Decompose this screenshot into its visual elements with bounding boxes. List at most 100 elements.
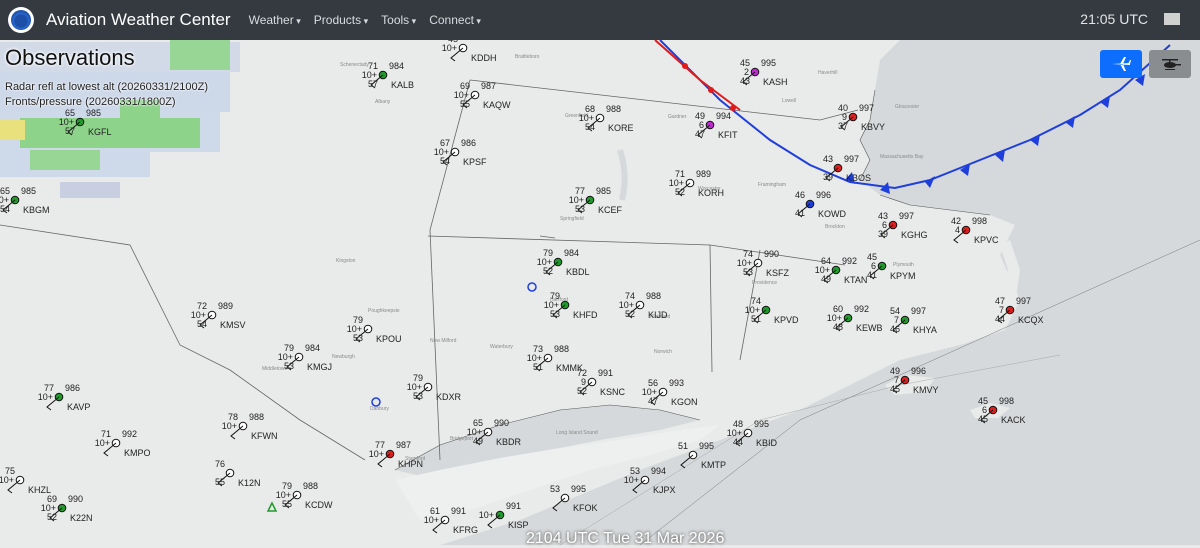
dewpoint: 48 xyxy=(833,322,843,332)
svg-text:Danbury: Danbury xyxy=(370,406,389,412)
visibility: 10+ xyxy=(0,195,9,205)
station-id: KBDL xyxy=(566,267,590,277)
svg-text:Haverhill: Haverhill xyxy=(818,70,837,76)
pressure: 989 xyxy=(696,169,711,179)
map-canvas[interactable]: Schenectady Albany Brattleboro Greenfiel… xyxy=(0,40,1200,545)
station-id: KBGM xyxy=(23,205,50,215)
pressure: 995 xyxy=(754,419,769,429)
top-navbar: Aviation Weather Center Weather Products… xyxy=(0,0,1200,40)
valid-time: 2104 UTC Tue 31 Mar 2026 xyxy=(526,530,725,547)
visibility: 10+ xyxy=(434,147,449,157)
mail-icon[interactable] xyxy=(1164,13,1180,25)
dewpoint: 53 xyxy=(550,309,560,319)
station-id: KIJD xyxy=(648,310,668,320)
pressure: 987 xyxy=(481,81,496,91)
pressure: 988 xyxy=(303,481,318,491)
radar-caption: Radar refl at lowest alt (20260331/2100Z… xyxy=(5,81,209,93)
station-id: KJPX xyxy=(653,485,676,495)
station-id: KBVY xyxy=(861,122,885,132)
menu-connect[interactable]: Connect xyxy=(429,13,481,27)
noaa-logo[interactable] xyxy=(8,7,34,33)
station-id: KISP xyxy=(508,520,529,530)
pressure: 990 xyxy=(494,418,509,428)
station-id: KTAN xyxy=(844,275,867,285)
visibility: 10+ xyxy=(827,313,842,323)
pressure: 992 xyxy=(854,304,869,314)
helicopter-button[interactable] xyxy=(1149,50,1191,78)
station-id: KMTP xyxy=(701,460,726,470)
menu-products[interactable]: Products xyxy=(314,13,368,27)
visibility: 10+ xyxy=(467,427,482,437)
visibility: 6 xyxy=(982,405,987,415)
fixed-wing-button[interactable] xyxy=(1100,50,1142,78)
dewpoint: 54 xyxy=(585,122,595,132)
visibility: 7 xyxy=(999,305,1004,315)
visibility: 10+ xyxy=(544,300,559,310)
dewpoint: 41 xyxy=(795,208,805,218)
pressure: 990 xyxy=(68,494,83,504)
station-id: KMSV xyxy=(220,320,246,330)
visibility: 6 xyxy=(699,120,704,130)
pressure: 997 xyxy=(911,306,926,316)
visibility: 10+ xyxy=(815,265,830,275)
station-id: KFRG xyxy=(453,525,478,535)
station-id: KHYA xyxy=(913,325,937,335)
dewpoint: 45 xyxy=(978,414,988,424)
pressure: 985 xyxy=(86,108,101,118)
dewpoint: 57 xyxy=(368,79,378,89)
station-id: K12N xyxy=(238,478,261,488)
visibility: 10+ xyxy=(369,449,384,459)
visibility: 9 xyxy=(581,377,586,387)
visibility: 10+ xyxy=(347,324,362,334)
pressure: 988 xyxy=(249,412,264,422)
visibility: 9 xyxy=(842,112,847,122)
dewpoint: 49 xyxy=(821,274,831,284)
station-id: KPVC xyxy=(974,235,999,245)
station-id: KOWD xyxy=(818,209,846,219)
station-id: KACK xyxy=(1001,415,1026,425)
visibility: 10+ xyxy=(362,70,377,80)
station-id: KBDR xyxy=(496,437,522,447)
station-id: KBID xyxy=(756,438,778,448)
pressure: 991 xyxy=(598,368,613,378)
site-title[interactable]: Aviation Weather Center xyxy=(46,10,231,30)
visibility: 10+ xyxy=(59,117,74,127)
svg-text:Massachusetts Bay: Massachusetts Bay xyxy=(880,154,924,160)
station-id: KORE xyxy=(608,123,634,133)
svg-text:Brockton: Brockton xyxy=(825,224,845,230)
pressure: 997 xyxy=(899,211,914,221)
station-id: KPOU xyxy=(376,334,402,344)
menu-weather[interactable]: Weather xyxy=(249,13,301,27)
station-id: KFWN xyxy=(251,431,278,441)
svg-text:Framingham: Framingham xyxy=(758,182,786,188)
dewpoint: 46 xyxy=(890,324,900,334)
dewpoint: 37 xyxy=(838,121,848,131)
visibility: 10+ xyxy=(624,475,639,485)
svg-text:Providence: Providence xyxy=(752,280,777,286)
temperature: 53 xyxy=(550,484,560,494)
svg-text:Long Island Sound: Long Island Sound xyxy=(556,430,598,436)
station-id: KSFZ xyxy=(766,268,790,278)
visibility: 7 xyxy=(894,375,899,385)
menu-tools[interactable]: Tools xyxy=(381,13,416,27)
station-id: KCEF xyxy=(598,205,623,215)
station-id: KFIT xyxy=(718,130,738,140)
visibility: 10+ xyxy=(41,503,56,513)
observation-map[interactable]: Schenectady Albany Brattleboro Greenfiel… xyxy=(0,40,1200,545)
station-id: KMGJ xyxy=(307,362,332,372)
pressure: 997 xyxy=(1016,296,1031,306)
station-id: KPYM xyxy=(890,271,916,281)
station-id: KMPO xyxy=(124,448,151,458)
visibility: 6 xyxy=(871,261,876,271)
svg-text:Gardner: Gardner xyxy=(668,114,687,120)
pressure: 985 xyxy=(21,186,36,196)
visibility: 10+ xyxy=(424,515,439,525)
station-id: KAQW xyxy=(483,100,511,110)
station-id: KGFL xyxy=(88,127,112,137)
dewpoint: 52 xyxy=(675,187,685,197)
pressure: 993 xyxy=(669,378,684,388)
pressure: 989 xyxy=(218,301,233,311)
visibility: 10+ xyxy=(669,178,684,188)
pressure: 998 xyxy=(972,216,987,226)
visibility: 10+ xyxy=(727,428,742,438)
